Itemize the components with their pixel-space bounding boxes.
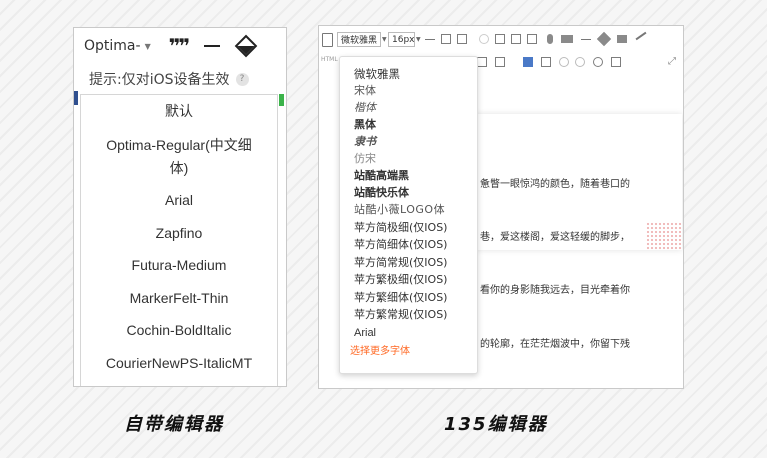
font-option[interactable]: 苹方简极细(仅IOS)	[354, 221, 447, 235]
undo-icon[interactable]	[559, 57, 569, 67]
redo-icon[interactable]	[575, 57, 585, 67]
font-size-select[interactable]: 16px	[388, 32, 415, 47]
horizontal-rule-icon[interactable]	[204, 45, 221, 47]
word-import-icon[interactable]	[495, 34, 505, 44]
table-icon[interactable]	[441, 34, 451, 44]
font-option[interactable]: 苹方繁常规(仅IOS)	[354, 308, 447, 322]
editor-edge-mark	[74, 91, 78, 105]
font-option-zapfino[interactable]: Zapfino	[81, 222, 277, 244]
dot-pattern-decoration	[646, 222, 682, 250]
builtin-editor-panel: Optima- ▼ ❞❞ 提示:仅对iOS设备生效 ? 默认 Optima-Re…	[73, 27, 287, 387]
microphone-icon[interactable]	[547, 34, 553, 44]
font-option[interactable]: 苹方繁极细(仅IOS)	[354, 273, 447, 287]
caption-builtin-editor: 自带编辑器	[124, 414, 224, 435]
emoji-icon[interactable]	[479, 34, 489, 44]
eraser-icon[interactable]	[234, 34, 258, 58]
font-option-markerfelt[interactable]: MarkerFelt-Thin	[81, 287, 277, 309]
ios-only-tip: 提示:仅对iOS设备生效 ?	[80, 64, 282, 94]
search-icon[interactable]	[593, 57, 603, 67]
article-line: 惫瞥一眼惊鸿的颜色，随着巷口的	[480, 178, 630, 190]
font-option[interactable]: Arial	[354, 326, 376, 340]
font-option[interactable]: 宋体	[354, 84, 376, 98]
editor-edge-mark	[279, 94, 284, 106]
font-option[interactable]: 站酷高端黑	[354, 169, 409, 183]
font-option-arial[interactable]: Arial	[81, 189, 277, 211]
expand-icon[interactable]: ⤢	[668, 56, 676, 67]
html-label: HTML	[321, 56, 338, 63]
font-option[interactable]: 苹方简常规(仅IOS)	[354, 256, 447, 270]
gallery-icon[interactable]	[527, 34, 537, 44]
font-option[interactable]: 仿宋	[354, 152, 376, 166]
article-text: 惫瞥一眼惊鸿的颜色，随着巷口的 巷，爱这楼阁，爱这轻缓的脚步， 看你的身影随我远…	[480, 140, 676, 388]
divider-icon[interactable]	[581, 39, 591, 40]
layout-icon[interactable]	[457, 34, 467, 44]
format-painter-icon[interactable]	[617, 35, 627, 43]
font-option[interactable]: 隶书	[354, 135, 376, 149]
caption-135-editor: 135编辑器	[444, 414, 548, 435]
font-family-select-value: 微软雅黑	[341, 36, 378, 46]
font-family-dropdown: 微软雅黑 宋体 楷体 黑体 隶书 仿宋 站酷高端黑 站酷快乐体 站酷小薇LOGO…	[339, 56, 478, 374]
font-option[interactable]: 苹方简细体(仅IOS)	[354, 238, 447, 252]
font-option-cochin[interactable]: Cochin-BoldItalic	[81, 319, 277, 341]
font-option[interactable]: 站酷快乐体	[354, 186, 409, 200]
font-family-dropdown: 默认 Optima-Regular(中文细 体) Arial Zapfino F…	[80, 94, 278, 386]
font-option[interactable]: 黑体	[354, 118, 376, 132]
list-icon[interactable]	[477, 57, 487, 67]
builtin-editor-toolbar: Optima- ▼ ❞❞	[74, 28, 286, 64]
font-option[interactable]: 楷体	[354, 101, 376, 115]
font-option-default[interactable]: 默认	[81, 100, 277, 122]
editor-135-toolbar: 微软雅黑 ▼ 16px ▼	[319, 26, 683, 54]
font-option-couriernew[interactable]: CourierNewPS-ItalicMT	[81, 352, 277, 374]
image-icon[interactable]	[511, 34, 521, 44]
ios-only-tip-text: 提示:仅对iOS设备生效	[89, 72, 230, 88]
editor-135-panel: 微软雅黑 ▼ 16px ▼ HTML ⤢ 惫瞥一眼惊鸿的颜色，随着巷口的 巷，爱…	[318, 25, 684, 389]
font-family-select-value: Optima-	[84, 38, 141, 54]
template-icon[interactable]	[611, 57, 621, 67]
article-line: 看你的身影随我远去，目光牵着你	[480, 285, 630, 297]
chevron-down-icon: ▼	[382, 36, 387, 43]
article-line: 的轮廓，在茫茫烟波中，你留下残	[480, 338, 630, 350]
indent-icon[interactable]	[523, 57, 533, 67]
font-option-optima[interactable]: Optima-Regular(中文细	[81, 134, 277, 156]
chevron-down-icon: ▼	[144, 41, 151, 51]
font-option-optima-cont[interactable]: 体)	[81, 157, 277, 179]
article-card: 惫瞥一眼惊鸿的颜色，随着巷口的 巷，爱这楼阁，爱这轻缓的脚步， 看你的身影随我远…	[476, 114, 682, 350]
font-option[interactable]: 站酷小薇LOGO体	[354, 203, 445, 217]
help-circle-icon[interactable]: ?	[235, 72, 249, 86]
font-option-futura[interactable]: Futura-Medium	[81, 254, 277, 276]
font-family-select[interactable]: 微软雅黑	[337, 32, 381, 47]
font-family-select[interactable]: Optima- ▼	[84, 38, 151, 54]
rtl-icon[interactable]	[541, 57, 551, 67]
more-fonts-link[interactable]: 选择更多字体	[350, 345, 410, 359]
chevron-down-icon: ▼	[416, 36, 421, 43]
ordered-list-icon[interactable]	[495, 57, 505, 67]
magic-wand-icon[interactable]	[635, 31, 647, 41]
new-document-icon[interactable]	[322, 33, 333, 47]
blockquote-icon[interactable]: ❞❞	[169, 34, 191, 58]
font-option[interactable]: 微软雅黑	[354, 67, 400, 81]
video-icon[interactable]	[561, 35, 573, 43]
font-size-select-value: 16px	[392, 34, 415, 45]
font-option[interactable]: 苹方繁细体(仅IOS)	[354, 291, 447, 305]
eraser-icon[interactable]	[596, 31, 612, 47]
strikethrough-icon[interactable]	[425, 39, 435, 40]
